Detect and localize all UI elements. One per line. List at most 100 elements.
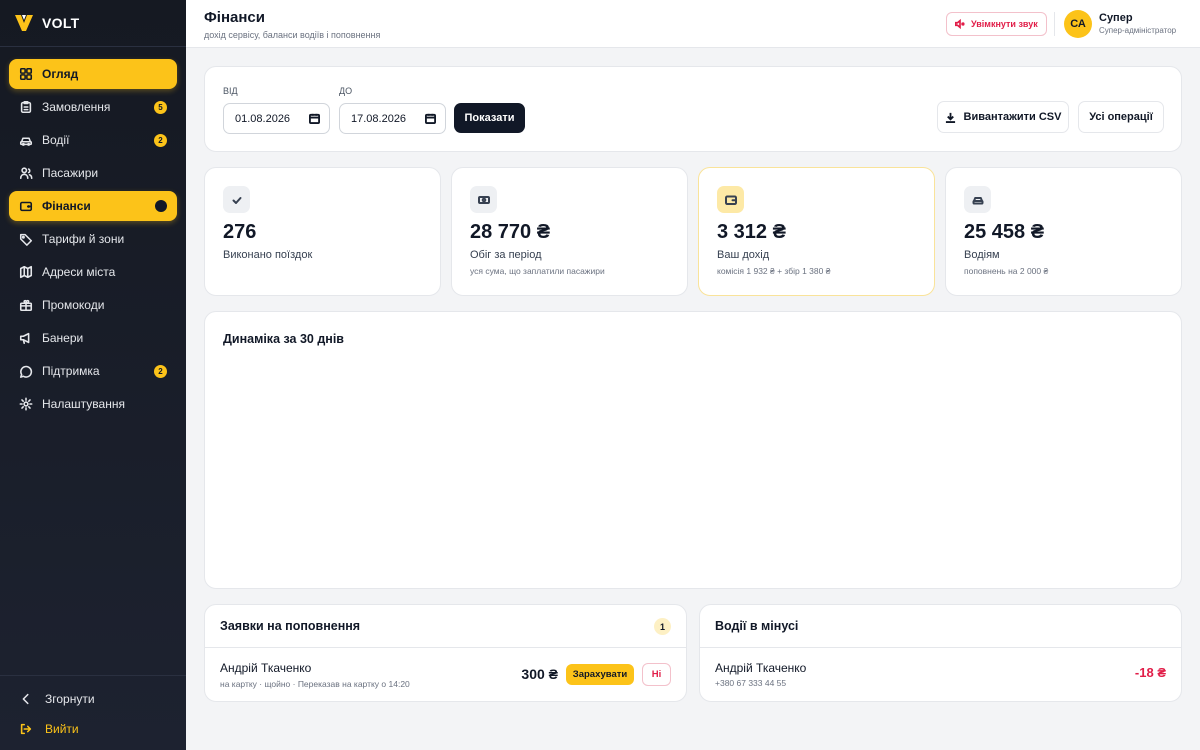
grid-icon [19, 67, 33, 81]
sidebar-item-promocodes[interactable]: Промокоди [9, 290, 177, 320]
download-icon [945, 112, 955, 123]
chat-icon [19, 364, 33, 378]
chevron-left-icon [19, 692, 33, 706]
chart-title: Динаміка за 30 днів [223, 332, 344, 346]
check-icon [223, 186, 250, 213]
support-badge: 2 [154, 365, 167, 378]
topup-requests-panel: Заявки на поповнення 1 Андрій Ткаченко н… [204, 604, 687, 702]
sidebar-item-label: Банери [42, 331, 84, 345]
dynamics-chart-panel: Динаміка за 30 днів [204, 311, 1182, 589]
active-indicator-dot [155, 200, 167, 212]
stat-sub: поповнень на 2 000 ₴ [964, 266, 1049, 276]
stat-sub: комісія 1 932 ₴ + збір 1 380 ₴ [717, 266, 831, 276]
orders-badge: 5 [154, 101, 167, 114]
page-subtitle: дохід сервісу, баланси водіїв і поповнен… [204, 30, 381, 40]
collapse-label: Згорнути [45, 692, 95, 706]
sidebar-item-label: Водії [42, 133, 70, 147]
speaker-muted-icon [955, 19, 965, 29]
sidebar-item-label: Фінанси [42, 199, 91, 213]
map-icon [19, 265, 33, 279]
topup-driver-name: Андрій Ткаченко [220, 661, 312, 675]
calendar-icon[interactable] [425, 113, 436, 124]
avatar[interactable]: СА [1064, 10, 1092, 38]
sidebar-item-finance[interactable]: Фінанси [9, 191, 177, 221]
sidebar-item-orders[interactable]: Замовлення 5 [9, 92, 177, 122]
show-button[interactable]: Показати [454, 103, 525, 133]
volt-logo-icon [14, 14, 34, 32]
wallet-icon [717, 186, 744, 213]
stat-label: Виконано поїздок [223, 249, 313, 261]
negative-balance: -18 ₴ [1134, 665, 1166, 680]
sidebar-item-label: Замовлення [42, 100, 111, 114]
topup-meta: на картку · щойно · Переказав на картку … [220, 679, 410, 689]
from-date-value: 01.08.2026 [235, 112, 291, 125]
export-csv-button[interactable]: Вивантажити CSV [937, 101, 1069, 133]
topup-title: Заявки на поповнення [220, 619, 361, 633]
brand-name: VOLT [42, 15, 80, 31]
gear-icon [19, 397, 33, 411]
approve-topup-button[interactable]: Зарахувати [566, 664, 634, 685]
user-role: Супер-адміністратор [1099, 26, 1177, 35]
sidebar-item-passengers[interactable]: Пасажири [9, 158, 177, 188]
stat-value: 3 312 ₴ [717, 221, 786, 243]
stat-value: 25 458 ₴ [964, 221, 1045, 243]
user-name: Супер [1099, 12, 1133, 24]
negative-drivers-panel: Водії в мінусі Андрій Ткаченко +380 67 3… [699, 604, 1182, 702]
negative-driver-phone: +380 67 333 44 55 [715, 678, 787, 688]
sidebar-nav: Огляд Замовлення 5 Водії 2 Пасажири Фіна… [0, 47, 186, 419]
divider [205, 647, 686, 648]
logout-icon [19, 722, 33, 736]
sidebar-item-banners[interactable]: Банери [9, 323, 177, 353]
stat-value: 276 [223, 221, 257, 243]
stat-label: Ваш дохід [717, 249, 770, 261]
sidebar-footer: Згорнути Вийти [0, 675, 186, 750]
negative-driver-name: Андрій Ткаченко [715, 661, 807, 675]
sidebar-item-support[interactable]: Підтримка 2 [9, 356, 177, 386]
sidebar-item-label: Налаштування [42, 397, 125, 411]
header-divider [1054, 12, 1055, 36]
export-csv-label: Вивантажити CSV [963, 111, 1062, 123]
sidebar-item-settings[interactable]: Налаштування [9, 389, 177, 419]
stat-card-trips: 276 Виконано поїздок [204, 167, 441, 296]
brand[interactable]: VOLT [0, 0, 186, 47]
stat-label: Обіг за період [470, 249, 542, 261]
sidebar-item-tariffs[interactable]: Тарифи й зони [9, 224, 177, 254]
collapse-sidebar-button[interactable]: Згорнути [0, 684, 186, 714]
sidebar-item-label: Промокоди [42, 298, 105, 312]
topup-amount: 300 ₴ [521, 666, 558, 682]
sidebar-item-label: Тарифи й зони [42, 232, 125, 246]
sidebar-item-label: Підтримка [42, 364, 100, 378]
calendar-icon[interactable] [309, 113, 320, 124]
banknote-icon [470, 186, 497, 213]
users-icon [19, 166, 33, 180]
stat-sub: уся сума, що заплатили пасажири [470, 266, 605, 276]
to-date-input[interactable]: 17.08.2026 [339, 103, 446, 134]
stat-value: 28 770 ₴ [470, 221, 551, 243]
sidebar-item-addresses[interactable]: Адреси міста [9, 257, 177, 287]
topup-count-badge: 1 [654, 618, 671, 635]
filter-panel: ВІД 01.08.2026 ДО 17.08.2026 Показати Ви… [204, 66, 1182, 152]
negative-title: Водії в мінусі [715, 619, 799, 633]
stat-card-drivers: 25 458 ₴ Водіям поповнень на 2 000 ₴ [945, 167, 1182, 296]
sidebar-item-label: Пасажири [42, 166, 99, 180]
sound-label: Увімкнути звук [971, 19, 1038, 29]
sidebar-item-label: Огляд [42, 67, 79, 81]
enable-sound-button[interactable]: Увімкнути звук [946, 12, 1047, 36]
logout-label: Вийти [45, 722, 79, 736]
page-title: Фінанси [204, 9, 265, 26]
drivers-badge: 2 [154, 134, 167, 147]
stat-card-income: 3 312 ₴ Ваш дохід комісія 1 932 ₴ + збір… [698, 167, 935, 296]
to-date-value: 17.08.2026 [351, 112, 407, 125]
car-icon [964, 186, 991, 213]
tag-icon [19, 232, 33, 246]
sidebar-item-drivers[interactable]: Водії 2 [9, 125, 177, 155]
reject-topup-button[interactable]: Ні [642, 663, 671, 686]
clipboard-icon [19, 100, 33, 114]
all-operations-button[interactable]: Усі операції [1078, 101, 1164, 133]
logout-button[interactable]: Вийти [0, 714, 186, 744]
from-date-input[interactable]: 01.08.2026 [223, 103, 330, 134]
megaphone-icon [19, 331, 33, 345]
sidebar-item-overview[interactable]: Огляд [9, 59, 177, 89]
sidebar-item-label: Адреси міста [42, 265, 116, 279]
to-label: ДО [339, 86, 353, 96]
